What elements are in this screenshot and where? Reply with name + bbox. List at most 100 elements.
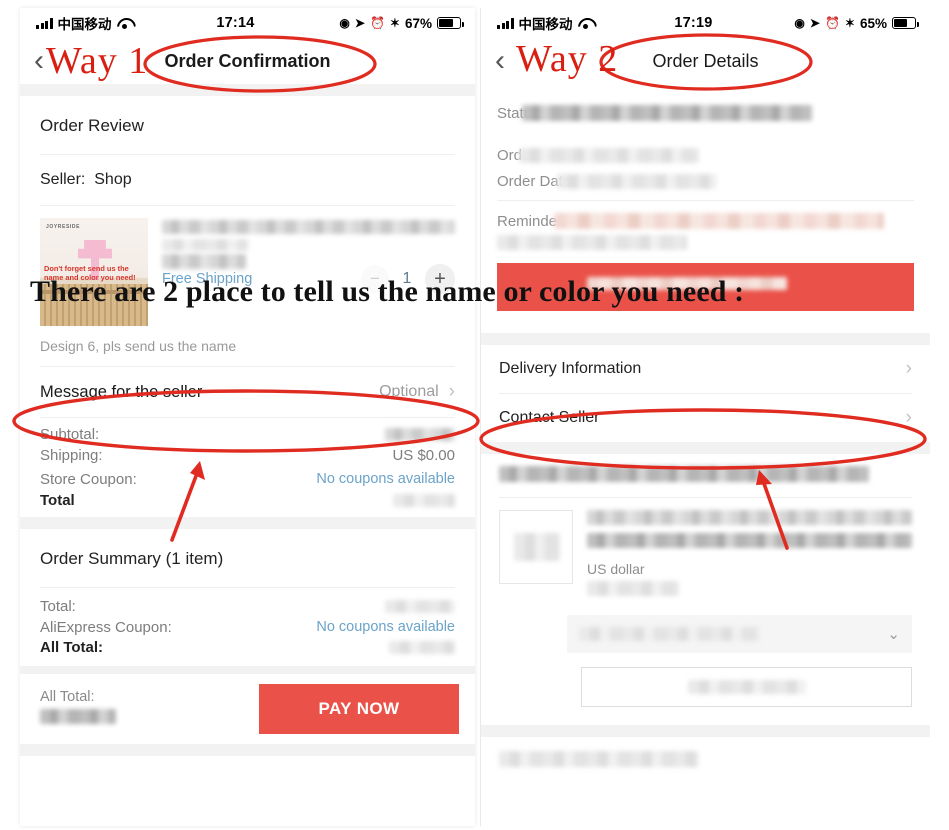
shipping-row: Shipping: US $0.00 (40, 443, 455, 467)
section-divider (481, 725, 930, 737)
shipping-value: US $0.00 (392, 446, 455, 464)
aliexpress-coupon-label: AliExpress Coupon: (40, 618, 172, 636)
message-for-seller-row[interactable]: Message for the seller Optional › (40, 367, 455, 417)
section-divider (20, 84, 475, 96)
shipping-label: Shipping: (40, 446, 103, 464)
reminder-row: Reminder: (497, 207, 914, 235)
status-left-group: 中国移动 (36, 13, 132, 33)
left-nav-bar: ‹ Order Confirmation (20, 38, 475, 84)
section-divider (481, 442, 930, 454)
battery-icon (437, 17, 464, 29)
product-row[interactable]: JOYRESIDE Don't forget send us the name … (40, 206, 455, 332)
subtotal-label: Subtotal: (40, 426, 100, 443)
order-number-redacted (519, 147, 700, 163)
status-clock: 17:14 (216, 15, 255, 31)
rotation-lock-icon: ◉ (339, 16, 350, 30)
quantity-stepper[interactable]: − 1 + (361, 264, 455, 294)
product-title-redacted (162, 220, 455, 234)
wifi-icon (117, 18, 132, 29)
divider (497, 200, 914, 201)
seller-name: Shop (94, 171, 132, 188)
signal-bars-icon (497, 17, 514, 29)
reminder-second-line-redacted (497, 235, 687, 250)
paybar-total-label: All Total: (40, 689, 95, 705)
delivery-information-row[interactable]: Delivery Information › (499, 345, 912, 393)
right-links-block: Delivery Information › Contact Seller › (481, 345, 930, 442)
back-button[interactable]: ‹ (34, 46, 44, 76)
status-value-redacted (521, 105, 812, 121)
alarm-clock-icon: ⏰ (824, 16, 840, 30)
left-phone-panel: 中国移动 17:14 ◉ ➤ ⏰ ✶ 67% ‹ Order Confirmat… (20, 8, 475, 826)
thumbnail-note: Don't forget send us the name and color … (44, 263, 136, 282)
battery-icon (892, 17, 919, 29)
quantity-value: 1 (402, 270, 412, 287)
right-product-thumbnail[interactable] (499, 510, 573, 584)
right-nav-bar: ‹ Order Details (481, 38, 930, 84)
summary-all-total-value-redacted (389, 641, 455, 654)
currency-note: US dollar (587, 561, 645, 577)
section-divider (20, 517, 475, 529)
total-value-redacted (393, 493, 455, 507)
location-arrow-icon: ➤ (809, 16, 820, 30)
alarm-clock-icon: ⏰ (369, 16, 385, 30)
product-thumbnail[interactable]: JOYRESIDE Don't forget send us the name … (40, 218, 148, 326)
right-footer-row (481, 737, 930, 772)
delivery-information-label: Delivery Information (499, 360, 642, 377)
message-optional-value: Optional (379, 383, 439, 400)
right-product-row[interactable]: US dollar (481, 498, 930, 601)
right-product-title-redacted (587, 510, 912, 525)
right-product-price-redacted (587, 581, 679, 596)
pay-bar: All Total: PAY NOW (20, 674, 475, 744)
right-phone-panel: 中国移动 17:19 ◉ ➤ ⏰ ✶ 65% ‹ Order Details S… (480, 8, 930, 826)
chevron-right-icon: › (905, 358, 912, 379)
rotation-lock-icon: ◉ (794, 16, 805, 30)
location-arrow-icon: ➤ (354, 16, 365, 30)
aliexpress-coupon-row[interactable]: AliExpress Coupon: No coupons available (40, 615, 455, 639)
aliexpress-coupon-value[interactable]: No coupons available (316, 619, 455, 635)
order-meta-block: Status: Order Order Date: Reminder: (481, 84, 930, 255)
subtotal-value-redacted (385, 428, 455, 441)
contact-seller-row[interactable]: Contact Seller › (499, 394, 912, 442)
carrier-label: 中国移动 (518, 17, 573, 32)
signal-bars-icon (36, 17, 53, 29)
pay-now-button[interactable]: PAY NOW (259, 684, 459, 734)
order-summary-block: Order Summary (1 item) Total: AliExpress… (20, 529, 475, 666)
left-status-bar: 中国移动 17:14 ◉ ➤ ⏰ ✶ 67% (20, 8, 475, 38)
section-divider (481, 333, 930, 345)
promo-banner (497, 263, 914, 311)
order-review-title: Order Review (40, 116, 144, 135)
select-dropdown[interactable]: ⌄ (567, 615, 912, 653)
store-coupon-row[interactable]: Store Coupon: No coupons available (40, 467, 455, 491)
store-coupon-label: Store Coupon: (40, 470, 137, 488)
seller-row[interactable]: Seller: Shop (40, 155, 455, 205)
product-subtitle-redacted (162, 239, 248, 251)
summary-all-total-row: All Total: (40, 639, 455, 666)
status-clock: 17:19 (674, 15, 713, 31)
product-price-redacted (162, 254, 246, 269)
paybar-total-value-redacted (40, 709, 116, 724)
store-header-row[interactable] (481, 454, 930, 487)
order-number-row: Order (497, 142, 914, 168)
summary-total-label: Total: (40, 598, 76, 615)
right-product-subtitle-redacted (587, 533, 912, 548)
total-label: Total (40, 491, 75, 509)
bluetooth-icon: ✶ (389, 16, 400, 30)
store-coupon-value[interactable]: No coupons available (316, 471, 455, 487)
page-title: Order Confirmation (164, 50, 331, 71)
order-date-redacted (557, 173, 718, 189)
back-button[interactable]: ‹ (495, 46, 505, 76)
quantity-minus-button[interactable]: − (361, 265, 389, 293)
thumbnail-fence-graphic (40, 284, 148, 326)
section-divider (20, 666, 475, 674)
subtotal-row: Subtotal: (40, 418, 455, 443)
status-right-group: ◉ ➤ ⏰ ✶ 67% (339, 16, 464, 31)
message-for-seller-label: Message for the seller (40, 382, 203, 401)
promo-banner-redacted-text (587, 277, 787, 290)
secondary-action-button[interactable] (581, 667, 912, 707)
total-row: Total (40, 491, 455, 517)
thumbnail-brand-label: JOYRESIDE (46, 224, 81, 230)
carrier-label: 中国移动 (57, 17, 112, 32)
status-left-group: 中国移动 (497, 13, 593, 33)
footer-redacted (499, 751, 699, 767)
quantity-plus-button[interactable]: + (425, 264, 455, 294)
